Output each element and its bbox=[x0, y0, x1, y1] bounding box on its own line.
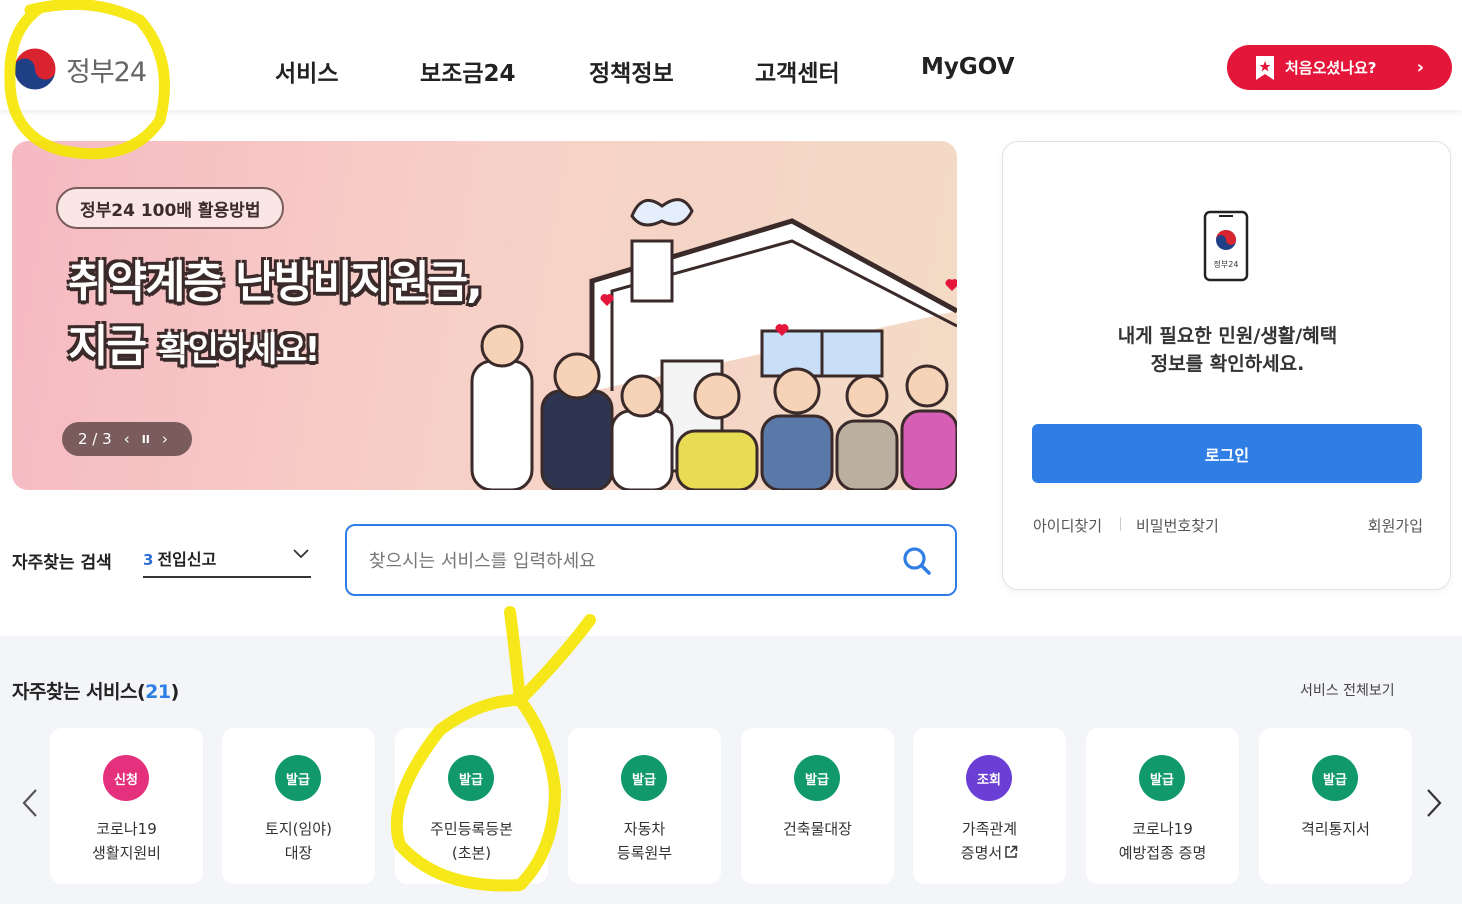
service-badge: 발급 bbox=[1139, 755, 1185, 801]
service-card[interactable]: 조회 가족관계 증명서 bbox=[913, 728, 1066, 884]
service-badge: 발급 bbox=[794, 755, 840, 801]
pause-icon[interactable]: II bbox=[142, 433, 150, 446]
nav-customer-center[interactable]: 고객센터 bbox=[755, 54, 840, 88]
signup-link[interactable]: 회원가입 bbox=[1368, 515, 1423, 536]
service-label: 가족관계 증명서 bbox=[913, 817, 1066, 865]
banner-title-line2: 지금 확인하세요! bbox=[68, 315, 481, 382]
banner-illustration bbox=[470, 198, 957, 490]
first-visit-label: 처음오셨나요? bbox=[1285, 59, 1377, 77]
gov24-logo[interactable]: 정부24 bbox=[12, 46, 147, 92]
search-icon[interactable] bbox=[902, 546, 932, 576]
service-card[interactable]: 발급 토지(임야) 대장 bbox=[222, 728, 375, 884]
nav-subsidy24[interactable]: 보조금24 bbox=[420, 54, 516, 88]
service-card[interactable]: 발급 코로나19 예방접종 증명 bbox=[1086, 728, 1239, 884]
login-message-line1: 내게 필요한 민원/생활/혜택 bbox=[1117, 325, 1338, 347]
promo-banner[interactable]: 정부24 100배 활용방법 취약계층 난방비지원금, 지금 확인하세요! 2 … bbox=[12, 141, 957, 490]
service-badge: 발급 bbox=[275, 755, 321, 801]
search-box bbox=[345, 524, 957, 596]
nav-services[interactable]: 서비스 bbox=[275, 54, 338, 88]
login-button[interactable]: 로그인 bbox=[1032, 424, 1422, 483]
frequent-search-label: 자주찾는 검색 bbox=[12, 553, 112, 573]
chevron-left-icon[interactable] bbox=[20, 788, 40, 818]
frequent-search-select[interactable]: 3 전입신고 bbox=[143, 546, 311, 578]
prev-slide-icon[interactable]: ‹ bbox=[124, 430, 130, 448]
service-badge: 신청 bbox=[103, 755, 149, 801]
service-label: 코로나19 예방접종 증명 bbox=[1118, 820, 1207, 862]
top-header: 정부24 서비스 보조금24 정책정보 고객센터 MyGOV 처음오셨나요? › bbox=[0, 0, 1462, 110]
external-link-icon bbox=[1005, 845, 1018, 858]
service-label: 코로나19 생활지원비 bbox=[91, 820, 161, 862]
frequent-services-section: 자주찾는 서비스(21) 서비스 전체보기 신청 코로나19 생활지원비 발급 … bbox=[0, 636, 1462, 904]
service-card[interactable]: 신청 코로나19 생활지원비 bbox=[50, 728, 203, 884]
search-input[interactable] bbox=[369, 546, 869, 576]
nav-mygov[interactable]: MyGOV bbox=[921, 54, 1015, 80]
service-label: 건축물대장 bbox=[782, 820, 852, 838]
service-label: 토지(임야) 대장 bbox=[265, 820, 332, 862]
login-message: 내게 필요한 민원/생활/혜택 정보를 확인하세요. bbox=[1003, 322, 1452, 378]
frequent-services-title-text: 자주찾는 서비스( bbox=[12, 681, 146, 703]
chevron-right-icon[interactable] bbox=[1424, 788, 1444, 818]
service-card[interactable]: 발급 주민등록등본 (초본) bbox=[395, 728, 548, 884]
service-card[interactable]: 발급 격리통지서 bbox=[1259, 728, 1412, 884]
find-id-link[interactable]: 아이디찾기 bbox=[1033, 515, 1102, 536]
chevron-down-icon bbox=[293, 549, 309, 559]
service-badge: 발급 bbox=[621, 755, 667, 801]
frequent-search-value: 전입신고 bbox=[157, 550, 217, 569]
banner-title-line1: 취약계층 난방비지원금, bbox=[68, 257, 483, 308]
banner-pager-text: 2 / 3 bbox=[78, 430, 112, 448]
banner-title: 취약계층 난방비지원금, 지금 확인하세요! bbox=[68, 251, 483, 382]
service-card[interactable]: 발급 자동차 등록원부 bbox=[568, 728, 721, 884]
frequent-services-count: 21 bbox=[145, 681, 171, 703]
chevron-right-icon: › bbox=[1416, 57, 1424, 78]
banner-title-line2a: 지금 bbox=[68, 321, 147, 372]
find-password-link[interactable]: 비밀번호찾기 bbox=[1136, 515, 1219, 536]
frequent-search-rank: 3 bbox=[143, 551, 154, 569]
service-badge: 발급 bbox=[448, 755, 494, 801]
next-slide-icon[interactable]: › bbox=[162, 430, 168, 448]
logo-text: 정부24 bbox=[66, 56, 147, 88]
login-panel: 정부24 내게 필요한 민원/생활/혜택 정보를 확인하세요. 로그인 아이디찾… bbox=[1002, 141, 1451, 590]
banner-pill: 정부24 100배 활용방법 bbox=[56, 187, 285, 229]
frequent-services-title: 자주찾는 서비스(21) bbox=[12, 677, 179, 704]
banner-pager: 2 / 3 ‹ II › bbox=[62, 422, 192, 456]
link-divider bbox=[1120, 517, 1121, 531]
frequent-services-title-close: ) bbox=[170, 681, 180, 703]
view-all-services-link[interactable]: 서비스 전체보기 bbox=[1300, 680, 1395, 700]
service-label: 주민등록등본 (초본) bbox=[430, 820, 513, 862]
banner-title-line2b: 확인하세요! bbox=[158, 330, 320, 370]
service-badge: 발급 bbox=[1312, 755, 1358, 801]
phone-gov24-icon: 정부24 bbox=[1203, 210, 1249, 282]
login-message-line2: 정보를 확인하세요. bbox=[1150, 353, 1305, 375]
taegeuk-logo-icon bbox=[13, 47, 57, 91]
bookmark-icon bbox=[1256, 55, 1274, 80]
service-label: 자동차 등록원부 bbox=[616, 820, 673, 862]
service-badge: 조회 bbox=[966, 755, 1012, 801]
svg-text:정부24: 정부24 bbox=[1214, 259, 1239, 269]
service-label: 격리통지서 bbox=[1300, 820, 1370, 838]
nav-policy-info[interactable]: 정책정보 bbox=[589, 54, 674, 88]
service-card[interactable]: 발급 건축물대장 bbox=[741, 728, 894, 884]
first-visit-button[interactable]: 처음오셨나요? › bbox=[1227, 45, 1452, 90]
